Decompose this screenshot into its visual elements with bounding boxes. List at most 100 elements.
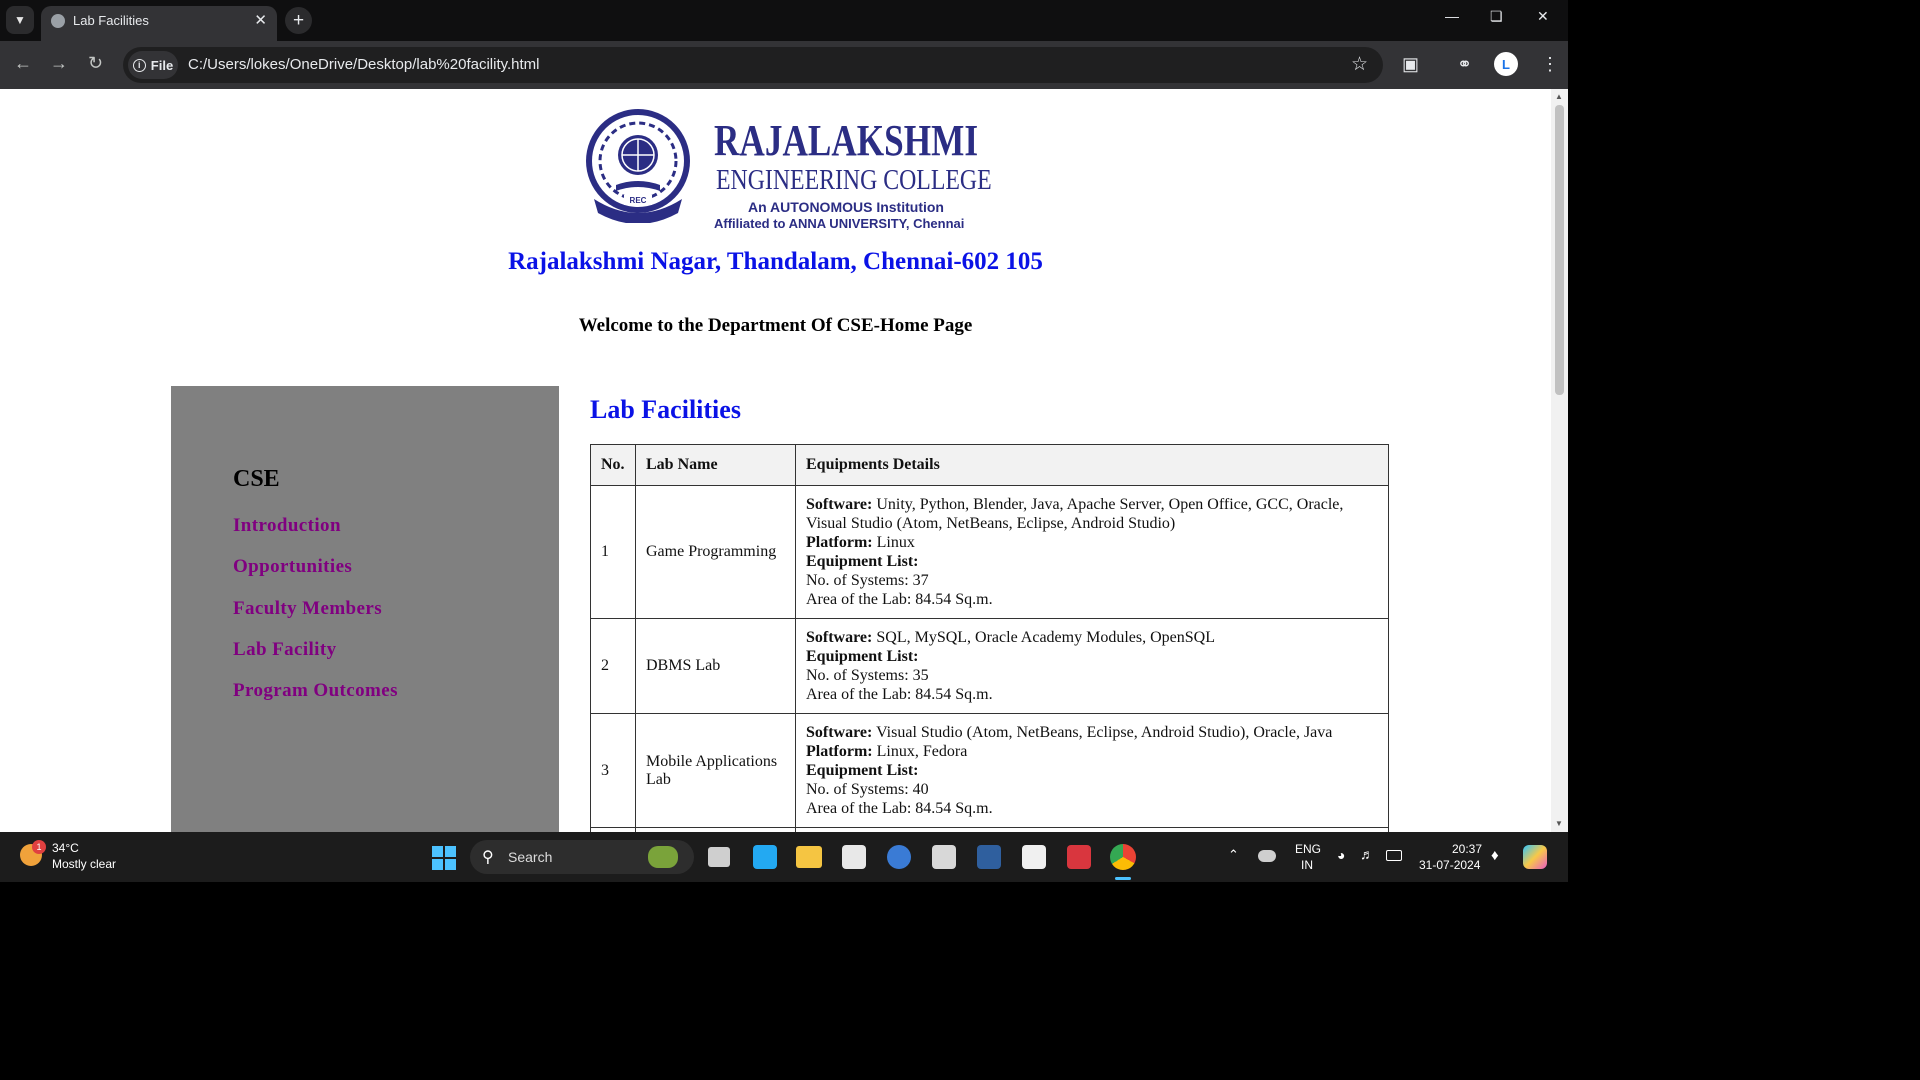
page-content: REC RAJALAKSHMI ENGINEERING COLLEGE An A…: [0, 89, 1551, 832]
close-tab-icon[interactable]: ✕: [254, 11, 267, 29]
sidebar-link-faculty-members[interactable]: Faculty Members: [233, 598, 382, 620]
taskbar-search[interactable]: ⚲ Search: [470, 840, 694, 874]
column-header-equipment-details: Equipments Details: [795, 444, 1389, 486]
file-explorer-icon[interactable]: [796, 846, 822, 868]
scroll-thumb[interactable]: [1555, 105, 1564, 395]
systems-count: No. of Systems: 35: [806, 667, 929, 684]
clock-time[interactable]: 20:37: [1452, 842, 1482, 856]
search-icon: ⚲: [482, 849, 494, 866]
app-a-icon[interactable]: [887, 845, 911, 869]
performance-icon[interactable]: ⚭: [1457, 54, 1472, 75]
notification-bell-icon[interactable]: ♦: [1491, 847, 1499, 864]
chrome-icon[interactable]: [1110, 844, 1136, 870]
systems-count: No. of Systems: 40: [806, 781, 929, 798]
platform-value: Linux, Fedora: [876, 743, 968, 760]
volume-icon[interactable]: ♬: [1360, 846, 1374, 862]
language-line1[interactable]: ENG: [1295, 842, 1321, 856]
browser-toolbar: ← → ↻ i File C:/Users/lokes/OneDrive/Des…: [0, 41, 1568, 89]
minimize-icon[interactable]: —: [1445, 8, 1459, 24]
copilot-icon[interactable]: [1523, 845, 1547, 869]
vscode-icon[interactable]: [753, 845, 777, 869]
site-info-chip[interactable]: i File: [128, 51, 178, 79]
app-red-icon[interactable]: [1067, 845, 1091, 869]
search-highlight-icon: [648, 846, 678, 868]
weather-desc: Mostly clear: [52, 857, 117, 871]
reload-icon[interactable]: ↻: [88, 53, 103, 74]
wifi-icon[interactable]: ◕: [1337, 847, 1345, 863]
logo-college-subtitle: ENGINEERING COLLEGE: [716, 165, 992, 196]
weather-badge: 1: [32, 840, 46, 854]
platform-label: Platform:: [806, 743, 873, 760]
lab-facilities-table: No. Lab Name Equipments Details 1 Game P…: [590, 444, 1389, 832]
tab-lab-facilities[interactable]: Lab Facilities ✕: [41, 6, 277, 41]
show-hidden-icons-chevron-icon[interactable]: ⌃: [1228, 847, 1239, 863]
app-notes-icon[interactable]: [1022, 845, 1046, 869]
systems-count: No. of Systems: 37: [806, 572, 929, 589]
new-tab-button[interactable]: +: [285, 7, 312, 34]
logo-affiliation-line: Affiliated to ANNA UNIVERSITY, Chennai: [714, 216, 965, 231]
tab-title: Lab Facilities: [73, 13, 149, 28]
sidebar-link-lab-facility[interactable]: Lab Facility: [233, 639, 337, 661]
cell-lab-name: Game Programming: [635, 485, 796, 619]
sidebar-heading: CSE: [233, 466, 280, 492]
software-label: Software:: [806, 496, 873, 513]
bookmark-star-icon[interactable]: ☆: [1351, 53, 1368, 76]
cell-lab-name: Mobile Applications Lab: [635, 713, 796, 828]
language-line2[interactable]: IN: [1301, 858, 1313, 872]
column-header-no: No.: [590, 444, 636, 486]
clock-date[interactable]: 31-07-2024: [1419, 858, 1480, 872]
college-logo: REC RAJALAKSHMI ENGINEERING COLLEGE An A…: [580, 103, 992, 231]
weather-temp: 34°C: [52, 841, 79, 855]
globe-icon: [51, 14, 65, 28]
tab-bar: ▼ Lab Facilities ✕ + — ❏ ✕: [0, 0, 1568, 41]
lab-area: Area of the Lab: 84.54 Sq.m.: [806, 800, 993, 817]
welcome-heading: Welcome to the Department Of CSE-Home Pa…: [578, 315, 973, 336]
weather-widget[interactable]: 1 34°C Mostly clear: [18, 840, 158, 874]
equipment-list-label: Equipment List:: [806, 553, 919, 570]
table-header-row: No. Lab Name Equipments Details: [590, 444, 1389, 486]
tab-search-chevron-icon[interactable]: ▼: [6, 6, 34, 34]
sidebar-link-opportunities[interactable]: Opportunities: [233, 556, 352, 578]
cell-no: 3: [590, 713, 636, 828]
start-windows-icon[interactable]: [432, 846, 456, 870]
cell-equipment-details: Software: Visual Studio (Atom, NetBeans,…: [795, 713, 1389, 828]
taskbar: 1 34°C Mostly clear ⚲ Search ⌃ ENG IN ◕ …: [0, 832, 1568, 882]
software-value: Unity, Python, Blender, Java, Apache Ser…: [806, 496, 1344, 532]
profile-avatar[interactable]: L: [1494, 52, 1518, 76]
info-icon: i: [132, 58, 146, 72]
equipment-list-label: Equipment List:: [806, 648, 919, 665]
table-row: 1 Game Programming Software: Unity, Pyth…: [590, 485, 1389, 619]
logo-autonomous-line: An AUTONOMOUS Institution: [748, 199, 944, 215]
app-nav-icon[interactable]: [977, 845, 1001, 869]
url-text[interactable]: C:/Users/lokes/OneDrive/Desktop/lab%20fa…: [188, 56, 540, 73]
microsoft-store-icon[interactable]: [842, 845, 866, 869]
restore-icon[interactable]: ❏: [1490, 8, 1503, 25]
app-m-icon[interactable]: [932, 845, 956, 869]
column-header-lab-name: Lab Name: [635, 444, 796, 486]
page-scrollbar[interactable]: ▲ ▼: [1551, 89, 1568, 832]
onedrive-icon[interactable]: [1258, 850, 1276, 862]
cell-no: 2: [590, 618, 636, 714]
close-window-icon[interactable]: ✕: [1537, 8, 1549, 25]
software-value: SQL, MySQL, Oracle Academy Modules, Open…: [876, 629, 1215, 646]
battery-icon[interactable]: [1386, 850, 1402, 861]
sidebar-link-introduction[interactable]: Introduction: [233, 515, 341, 537]
chrome-active-indicator: [1115, 877, 1131, 880]
platform-value: Linux: [876, 534, 915, 551]
address-bar[interactable]: i File C:/Users/lokes/OneDrive/Desktop/l…: [123, 47, 1383, 83]
logo-college-name: RAJALAKSHMI: [714, 116, 979, 165]
table-row: 3 Mobile Applications Lab Software: Visu…: [590, 713, 1389, 828]
sidebar-link-program-outcomes[interactable]: Program Outcomes: [233, 680, 398, 702]
task-view-icon[interactable]: [708, 847, 730, 867]
scroll-up-icon[interactable]: ▲: [1555, 92, 1563, 101]
search-label: Search: [508, 849, 553, 865]
extensions-icon[interactable]: ▣: [1402, 54, 1419, 75]
software-label: Software:: [806, 629, 873, 646]
menu-kebab-icon[interactable]: ⋮: [1541, 54, 1559, 75]
equipment-list-label: Equipment List:: [806, 762, 919, 779]
svg-text:REC: REC: [630, 196, 647, 205]
back-icon[interactable]: ←: [14, 53, 32, 74]
scroll-down-icon[interactable]: ▼: [1555, 819, 1563, 828]
platform-label: Platform:: [806, 534, 873, 551]
forward-icon[interactable]: →: [50, 53, 68, 74]
